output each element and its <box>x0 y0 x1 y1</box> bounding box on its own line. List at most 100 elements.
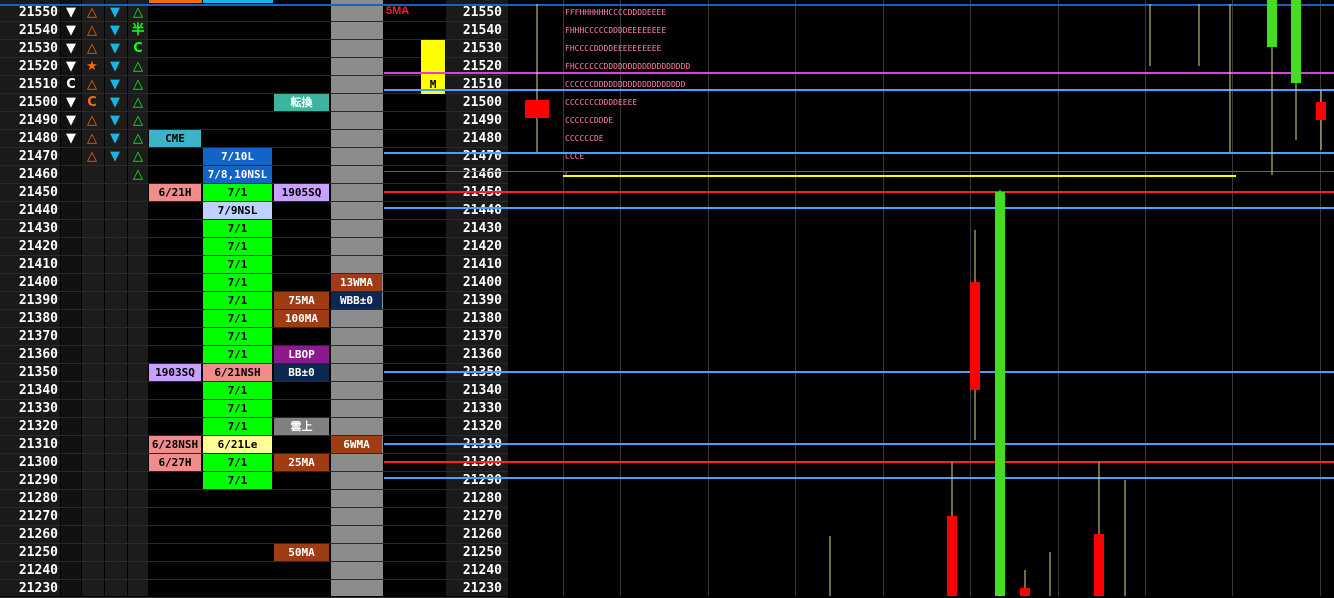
price-label: 21530 <box>18 41 58 56</box>
signal-icon: △ <box>133 149 143 164</box>
signal-icon: ▼ <box>66 41 76 56</box>
level-line <box>384 88 1334 91</box>
chart-price-label: 21230 <box>462 581 502 596</box>
price-label: 21410 <box>18 257 58 272</box>
signal-icon: 半 <box>131 23 145 38</box>
level-tag[interactable]: 6/27H <box>149 454 201 471</box>
signal-icon: ★ <box>86 59 98 74</box>
chart-price-label: 21370 <box>462 329 502 344</box>
level-tag[interactable]: 1905SQ <box>274 184 329 201</box>
level-tag[interactable]: 7/1 <box>203 310 272 327</box>
chart-price-label: 21320 <box>462 419 502 434</box>
level-line <box>0 4 1334 6</box>
level-tag[interactable]: 7/1 <box>203 184 272 201</box>
signal-icon: △ <box>87 149 97 164</box>
signal-icon: ▼ <box>110 95 120 110</box>
price-label: 21550 <box>18 5 58 20</box>
signal-icon: △ <box>133 113 143 128</box>
signal-icon: ▼ <box>66 95 76 110</box>
level-tag[interactable]: 7/1 <box>203 274 272 291</box>
chart-price-label: 21360 <box>462 347 502 362</box>
price-label: 21450 <box>18 185 58 200</box>
signal-icon: △ <box>133 59 143 74</box>
level-tag[interactable]: 雲上 <box>274 418 329 435</box>
level-tag[interactable]: 7/1 <box>203 346 272 363</box>
signal-icon: C <box>133 41 143 56</box>
chart-price-label: 21410 <box>462 257 502 272</box>
price-label: 21470 <box>18 149 58 164</box>
price-label: 21440 <box>18 203 58 218</box>
level-tag[interactable]: 25MA <box>274 454 329 471</box>
signal-icon: ▼ <box>110 77 120 92</box>
level-tag[interactable]: 7/8,10NSL <box>203 166 272 183</box>
tpo-letters: CCCCCCDDDDDDDDDDDDDDDDDDD <box>565 80 686 89</box>
chart-price-label: 21260 <box>462 527 502 542</box>
level-tag[interactable]: 7/1 <box>203 418 272 435</box>
chart-price-label: 21440 <box>462 203 502 218</box>
level-tag[interactable]: 6/21Le <box>203 436 272 453</box>
price-row <box>0 580 508 598</box>
price-label: 21510 <box>18 77 58 92</box>
level-tag[interactable]: 1903SQ <box>149 364 201 381</box>
chart-price-label: 21380 <box>462 311 502 326</box>
level-tag[interactable]: 転換 <box>274 94 329 111</box>
level-tag[interactable]: WBB±0 <box>331 292 382 309</box>
price-label: 21320 <box>18 419 58 434</box>
level-tag[interactable]: BB±0 <box>274 364 329 381</box>
chart-price-label: 21480 <box>462 131 502 146</box>
level-tag[interactable]: 7/1 <box>203 220 272 237</box>
price-label: 21380 <box>18 311 58 326</box>
signal-icon: △ <box>87 41 97 56</box>
level-tag[interactable]: 7/1 <box>203 454 272 471</box>
level-tag[interactable]: 13WMA <box>331 274 382 291</box>
price-label: 21430 <box>18 221 58 236</box>
tpo-letters: CCCCCCCDDDDEEEE <box>565 98 638 107</box>
level-tag[interactable]: 7/1 <box>203 400 272 417</box>
tpo-letters: FHHHCCCCCDDDDEEEEEEEE <box>565 26 667 35</box>
price-label: 21260 <box>18 527 58 542</box>
level-line <box>563 175 1236 177</box>
level-tag[interactable]: 100MA <box>274 310 329 327</box>
level-line <box>384 477 1334 480</box>
level-tag[interactable]: 75MA <box>274 292 329 309</box>
level-tag[interactable]: 7/1 <box>203 238 272 255</box>
signal-icon: ▼ <box>110 5 120 20</box>
level-line <box>384 191 1334 194</box>
level-tag[interactable]: 6/21NSH <box>203 364 272 381</box>
price-row <box>0 562 508 580</box>
level-tag[interactable]: 7/10L <box>203 148 272 165</box>
chart-price-label: 21250 <box>462 545 502 560</box>
level-tag[interactable]: 7/1 <box>203 256 272 273</box>
level-tag[interactable]: 6/28NSH <box>149 436 201 453</box>
chart-price-label: 21530 <box>462 41 502 56</box>
level-tag[interactable]: CME <box>149 130 201 147</box>
chart-price-label: 21400 <box>462 275 502 290</box>
level-tag[interactable]: LBOP <box>274 346 329 363</box>
chart-price-label: 21270 <box>462 509 502 524</box>
price-label: 21340 <box>18 383 58 398</box>
signal-icon: ▼ <box>110 113 120 128</box>
level-tag[interactable]: 7/1 <box>203 472 272 489</box>
price-label: 21270 <box>18 509 58 524</box>
level-tag[interactable]: 7/1 <box>203 328 272 345</box>
signal-icon: ▼ <box>110 41 120 56</box>
level-line <box>384 72 1334 75</box>
price-label: 21520 <box>18 59 58 74</box>
level-line <box>384 443 1334 446</box>
price-label: 21370 <box>18 329 58 344</box>
level-tag[interactable]: 6WMA <box>331 436 382 453</box>
signal-icon: △ <box>87 131 97 146</box>
level-tag[interactable]: 7/1 <box>203 382 272 399</box>
price-label: 21420 <box>18 239 58 254</box>
level-tag[interactable]: 50MA <box>274 544 329 561</box>
price-label: 21480 <box>18 131 58 146</box>
price-label: 21500 <box>18 95 58 110</box>
price-row <box>0 544 508 562</box>
signal-icon: ▼ <box>66 131 76 146</box>
price-label: 21290 <box>18 473 58 488</box>
level-tag[interactable]: 7/9NSL <box>203 202 272 219</box>
price-label: 21330 <box>18 401 58 416</box>
price-label: 21240 <box>18 563 58 578</box>
level-tag[interactable]: 7/1 <box>203 292 272 309</box>
level-tag[interactable]: 6/21H <box>149 184 201 201</box>
